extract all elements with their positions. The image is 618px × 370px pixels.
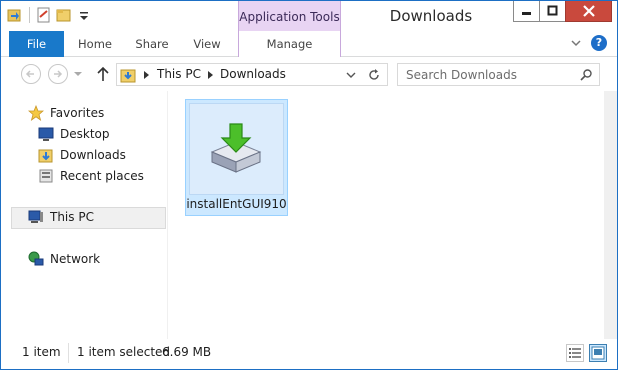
address-bar[interactable]: This PC Downloads: [116, 63, 388, 86]
tab-file[interactable]: File: [9, 31, 64, 57]
expand-ribbon-icon[interactable]: [569, 36, 583, 50]
breadcrumb-this-pc[interactable]: This PC: [157, 67, 201, 81]
help-icon[interactable]: ?: [591, 35, 607, 51]
nav-label: This PC: [50, 210, 94, 224]
desktop-icon: [38, 127, 54, 141]
qat-separator: [29, 7, 30, 23]
forward-button[interactable]: [48, 64, 68, 84]
large-icons-view-icon: [591, 346, 605, 360]
search-box[interactable]: Search Downloads: [397, 63, 600, 86]
nav-label: Favorites: [50, 106, 105, 120]
explorer-window: Application Tools Downloads File Home Sh…: [0, 0, 618, 370]
new-folder-icon[interactable]: [56, 7, 72, 23]
search-icon[interactable]: [579, 68, 593, 82]
close-button[interactable]: [565, 1, 612, 22]
navigation-pane: Favorites Desktop Downloads Recent place…: [1, 91, 167, 339]
status-bar: 1 item 1 item selected 6.69 MB: [1, 339, 617, 369]
tab-share[interactable]: Share: [127, 31, 177, 57]
nav-label: Downloads: [60, 148, 126, 162]
window-title: Downloads: [389, 7, 473, 25]
installer-icon-frame: [189, 103, 284, 195]
selection-size: 6.69 MB: [162, 345, 212, 359]
forward-arrow-icon: [54, 70, 63, 78]
close-icon: [582, 5, 595, 17]
application-tools-header: Application Tools: [238, 1, 341, 33]
back-button[interactable]: [21, 64, 41, 84]
folder-properties-icon[interactable]: [7, 7, 23, 23]
refresh-icon[interactable]: [367, 68, 381, 82]
tab-view[interactable]: View: [181, 31, 233, 57]
minimize-icon: [521, 12, 531, 15]
search-input[interactable]: Search Downloads: [406, 68, 517, 82]
large-icons-view-button[interactable]: [589, 344, 607, 362]
maximize-button[interactable]: [539, 1, 566, 22]
maximize-icon: [547, 5, 557, 16]
vertical-scrollbar[interactable]: [604, 91, 617, 339]
breadcrumb-downloads[interactable]: Downloads: [220, 67, 286, 81]
downloads-folder-icon: [38, 149, 53, 163]
navigation-bar: This PC Downloads Search Downloads: [1, 57, 617, 91]
star-icon: [28, 105, 44, 121]
ribbon-tabs: File Home Share View Manage ?: [1, 31, 617, 57]
details-view-icon: [569, 348, 581, 358]
breadcrumb-separator-icon[interactable]: [208, 71, 213, 79]
nav-label: Recent places: [60, 169, 144, 183]
customize-qat-icon[interactable]: [76, 7, 92, 23]
file-list[interactable]: installEntGUI910: [168, 91, 604, 339]
back-arrow-icon: [25, 70, 34, 78]
downloads-folder-icon: [120, 69, 136, 83]
details-view-button[interactable]: [566, 344, 584, 362]
computer-icon: [28, 210, 43, 223]
properties-icon[interactable]: [36, 7, 52, 23]
network-icon: [28, 251, 44, 266]
up-arrow-icon[interactable]: [95, 65, 111, 83]
recent-places-icon: [39, 169, 53, 183]
chevron-down-icon[interactable]: [346, 71, 356, 79]
quick-access-toolbar: [7, 7, 92, 23]
minimize-button[interactable]: [513, 1, 540, 22]
breadcrumb-separator-icon[interactable]: [144, 71, 149, 79]
title-bar: Application Tools Downloads: [1, 1, 617, 33]
tab-home[interactable]: Home: [67, 31, 123, 57]
item-count: 1 item: [22, 345, 61, 359]
nav-label: Desktop: [60, 127, 110, 141]
file-item[interactable]: installEntGUI910: [185, 99, 288, 216]
status-separator: [68, 343, 69, 363]
tab-manage[interactable]: Manage: [238, 31, 341, 57]
selection-info: 1 item selected: [77, 345, 171, 359]
recent-locations-icon[interactable]: [74, 70, 82, 78]
file-name: installEntGUI910: [186, 197, 287, 211]
installer-package-icon: [210, 123, 262, 173]
nav-label: Network: [50, 252, 101, 266]
